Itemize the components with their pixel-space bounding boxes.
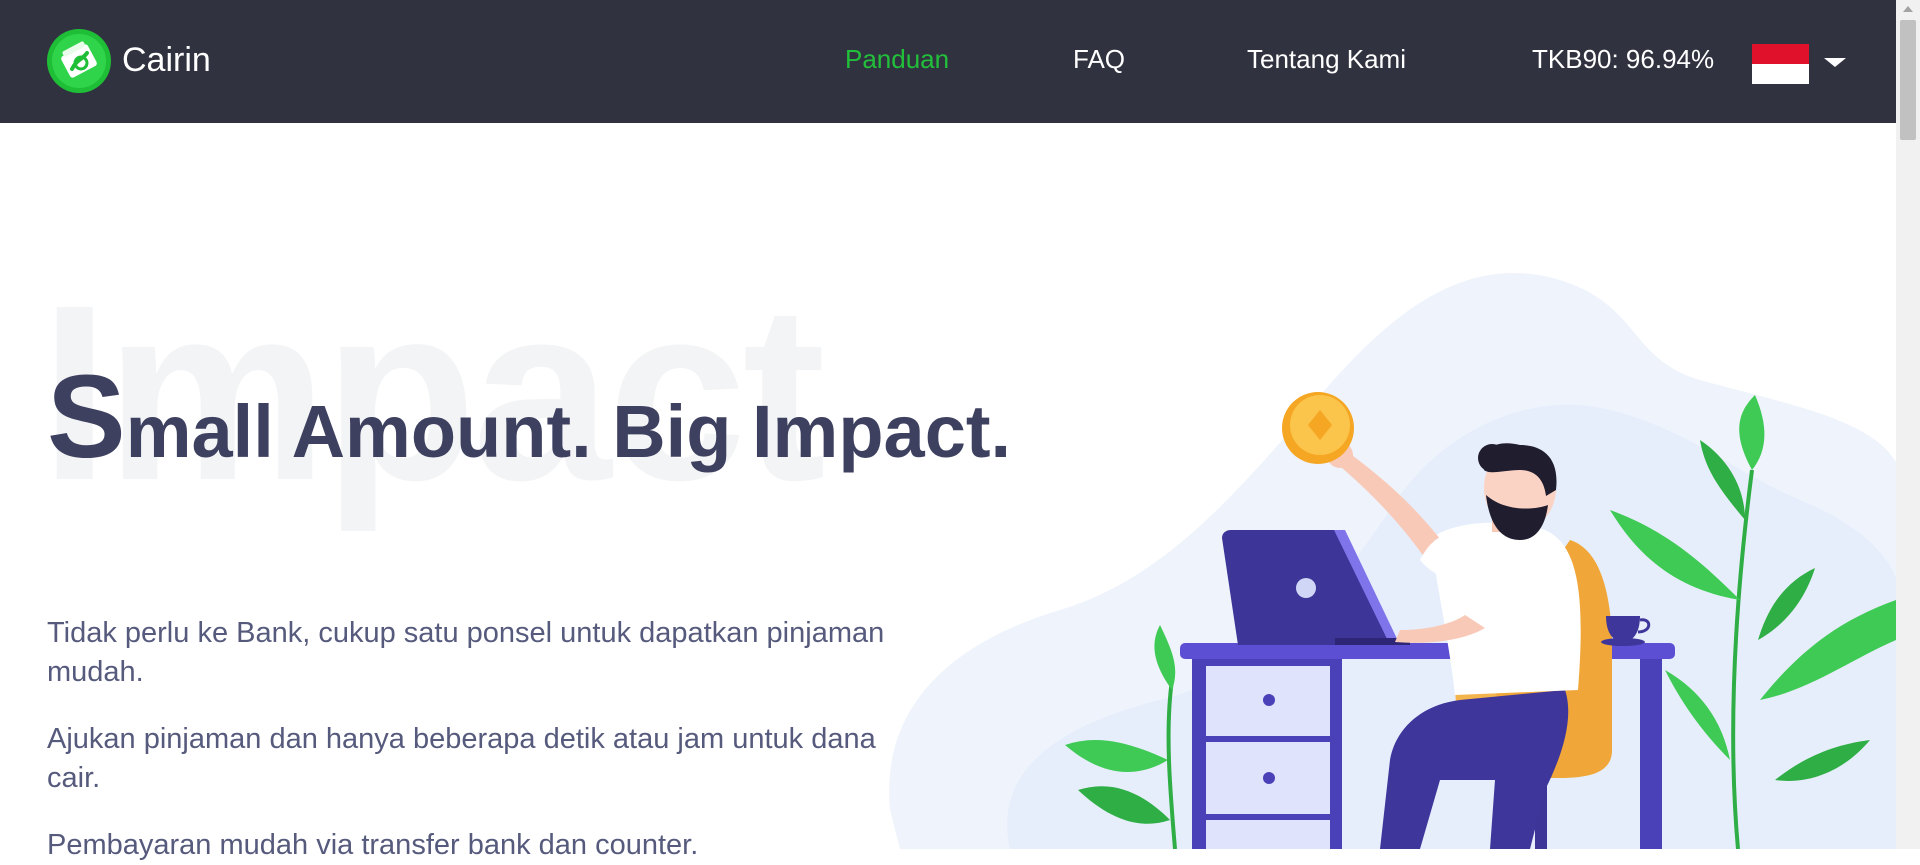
top-navbar: Cairin Panduan FAQ Tentang Kami TKB90: 9… [0, 0, 1896, 123]
language-dropdown-chevron-icon[interactable] [1824, 58, 1846, 67]
hero-paragraph-1: Tidak perlu ke Bank, cukup satu ponsel u… [47, 617, 885, 688]
nav-panduan[interactable]: Panduan [845, 43, 949, 75]
hero-paragraph-2: Ajukan pinjaman dan hanya beberapa detik… [47, 723, 876, 794]
headline-initial: S [47, 351, 126, 483]
hero-illustration [889, 272, 1896, 849]
cairin-logo-icon[interactable] [47, 29, 111, 93]
hero-headline: Small Amount. Big Impact. [47, 358, 1012, 487]
scroll-thumb[interactable] [1900, 20, 1916, 140]
headline-text: mall Amount. Big Impact. [125, 390, 1012, 473]
coin-icon [1282, 392, 1354, 464]
indonesia-flag-icon[interactable] [1752, 44, 1809, 84]
scroll-up-arrow-icon[interactable] [1903, 6, 1913, 12]
nav-faq[interactable]: FAQ [1073, 43, 1125, 75]
vertical-scrollbar[interactable] [1896, 0, 1920, 849]
hero-paragraph-3: Pembayaran mudah via transfer bank dan c… [47, 829, 699, 861]
brand-name[interactable]: Cairin [122, 40, 211, 80]
nav-tentang-kami[interactable]: Tentang Kami [1247, 43, 1406, 75]
tkb90-stat: TKB90: 96.94% [1532, 44, 1715, 74]
